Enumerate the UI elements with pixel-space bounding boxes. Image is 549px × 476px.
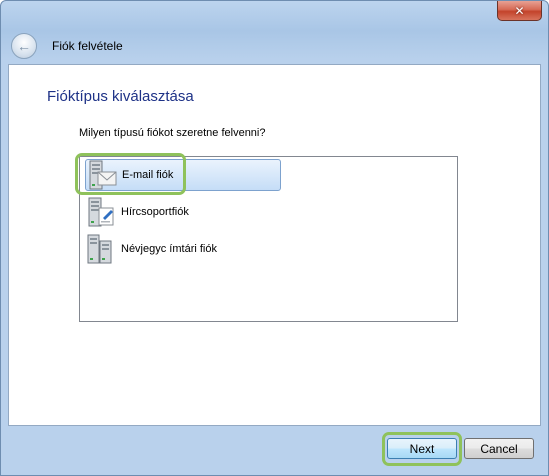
dialog-title: Fiók felvétele (52, 39, 123, 53)
close-button[interactable]: ✕ (497, 1, 542, 21)
dialog-footer: Next Cancel (2, 426, 547, 474)
list-item-label: E-mail fiók (122, 169, 174, 181)
account-type-list[interactable]: E-mail fiók Hírcsoportfiók Névjegyc ímtá… (79, 156, 458, 322)
content-panel: Fióktípus kiválasztása Milyen típusú fió… (8, 64, 541, 426)
list-item-label: Hírcsoportfiók (121, 206, 189, 218)
cancel-button-label: Cancel (480, 441, 518, 456)
list-item-directory-account[interactable]: Névjegyc ímtári fiók (85, 233, 281, 265)
list-item-email-account[interactable]: E-mail fiók (85, 159, 281, 191)
dialog-window: ✕ ← Fiók felvétele Fióktípus kiválasztás… (0, 0, 549, 476)
navigation-bar: ← Fiók felvétele (2, 30, 547, 64)
list-item-newsgroup-account[interactable]: Hírcsoportfiók (85, 196, 281, 228)
back-button[interactable]: ← (11, 33, 37, 59)
next-button[interactable]: Next (387, 438, 457, 459)
close-icon: ✕ (514, 3, 525, 18)
back-arrow-icon: ← (17, 38, 31, 54)
page-heading: Fióktípus kiválasztása (47, 88, 194, 105)
list-item-label: Névjegyc ímtári fiók (121, 243, 217, 255)
newsgroup-server-icon (85, 196, 117, 228)
question-label: Milyen típusú fiókot szeretne felvenni? (79, 127, 266, 139)
cancel-button[interactable]: Cancel (464, 438, 534, 459)
email-server-icon (86, 159, 118, 191)
next-button-label: Next (409, 441, 435, 456)
directory-server-icon (85, 233, 117, 265)
